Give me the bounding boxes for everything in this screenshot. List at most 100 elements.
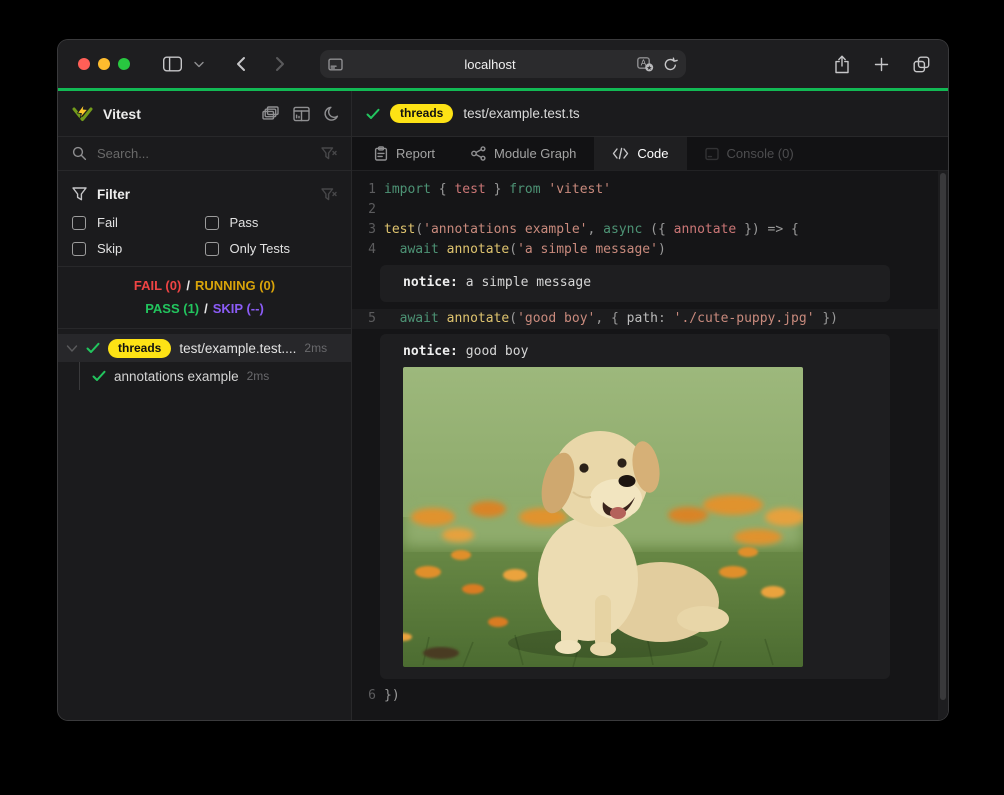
zoom-window-button[interactable] <box>118 58 130 70</box>
code-text: import { test } from 'vitest' <box>376 180 611 200</box>
tab-label: Code <box>637 146 668 161</box>
address-bar[interactable]: localhost A★ <box>320 50 686 78</box>
chevron-down-icon[interactable] <box>66 344 78 353</box>
page-icon <box>328 57 343 72</box>
notice-label: notice: <box>403 344 458 359</box>
vitest-logo <box>72 104 93 124</box>
search-bar <box>58 137 351 171</box>
search-icon <box>72 146 87 161</box>
indent-guide <box>79 362 80 390</box>
dashboard-icon[interactable] <box>293 106 310 122</box>
code-text: }) <box>376 686 400 706</box>
close-window-button[interactable] <box>78 58 90 70</box>
chevron-down-icon[interactable] <box>190 51 208 77</box>
checkbox-label: Pass <box>230 215 259 230</box>
traffic-lights <box>58 58 130 70</box>
tab-module-graph[interactable]: Module Graph <box>453 137 594 170</box>
line-number: 2 <box>352 200 376 220</box>
tab-console: Console (0) <box>687 137 812 170</box>
checkbox[interactable] <box>205 216 219 230</box>
tree-file-name: test/example.test.... <box>179 341 296 356</box>
tab-label: Console (0) <box>727 146 794 161</box>
skip-count: SKIP (--) <box>213 301 264 316</box>
titlebar: localhost A★ <box>58 40 948 88</box>
notice-text: good boy <box>466 344 529 359</box>
line-number: 3 <box>352 220 376 240</box>
tree-item-test-case[interactable]: annotations example 2ms <box>58 362 351 390</box>
back-icon[interactable] <box>226 51 254 77</box>
funnel-icon <box>72 187 87 201</box>
search-input[interactable] <box>97 146 311 161</box>
filter-checkbox-fail[interactable]: Fail <box>72 215 205 230</box>
code-text: await annotate('a simple message') <box>376 240 666 260</box>
minimize-window-button[interactable] <box>98 58 110 70</box>
code-icon <box>612 147 629 160</box>
duration-label: 2ms <box>304 341 327 355</box>
filter-title: Filter <box>97 187 311 202</box>
forward-icon[interactable] <box>266 51 294 77</box>
checkbox[interactable] <box>205 242 219 256</box>
pool-badge: threads <box>390 104 453 123</box>
fail-count: FAIL (0) <box>134 278 181 293</box>
line-number: 6 <box>352 686 376 706</box>
browser-window: localhost A★ <box>58 40 948 720</box>
cute-puppy-image[interactable] <box>403 367 803 667</box>
filter-checkbox-skip[interactable]: Skip <box>72 241 205 256</box>
url-text[interactable]: localhost <box>343 57 637 72</box>
graph-icon <box>471 146 486 161</box>
notice-label: notice: <box>403 275 458 290</box>
file-header: threads test/example.test.ts <box>352 91 948 137</box>
code-line-5: 5 await annotate('good boy', { path: './… <box>352 309 938 329</box>
sidebar-toggle-icon[interactable] <box>158 51 186 77</box>
checkbox[interactable] <box>72 242 86 256</box>
line-number: 5 <box>352 309 376 329</box>
check-icon <box>366 108 380 120</box>
filter-panel: Filter Fail Pass Skip Only Tests <box>58 171 351 267</box>
summary-separator: / <box>186 278 190 293</box>
tree-item-test-file[interactable]: threads test/example.test.... 2ms <box>58 334 351 362</box>
duration-label: 2ms <box>247 369 270 383</box>
moon-icon[interactable] <box>324 106 339 122</box>
checkbox-label: Only Tests <box>230 241 290 256</box>
code-line-2: 2 <box>352 200 938 220</box>
tab-label: Report <box>396 146 435 161</box>
test-tree: threads test/example.test.... 2ms annota… <box>58 329 351 390</box>
open-file-name: test/example.test.ts <box>463 106 579 121</box>
filter-clear-icon[interactable] <box>321 147 337 160</box>
summary-separator: / <box>204 301 208 316</box>
pool-badge: threads <box>108 339 171 358</box>
tabs-overview-icon[interactable] <box>913 56 930 73</box>
code-line-3: 3test('annotations example', async ({ an… <box>352 220 938 240</box>
reload-icon[interactable] <box>663 57 678 72</box>
scrollbar-thumb[interactable] <box>940 173 946 700</box>
code-text <box>376 200 384 220</box>
tab-code[interactable]: Code <box>594 137 686 170</box>
stacked-windows-icon[interactable] <box>262 106 279 121</box>
share-icon[interactable] <box>834 55 850 74</box>
code-text: test('annotations example', async ({ ann… <box>376 220 799 240</box>
tab-report[interactable]: Report <box>356 137 453 170</box>
svg-text:★: ★ <box>646 64 652 71</box>
editor-content: 1import { test } from 'vitest'23test('an… <box>352 171 938 720</box>
clipboard-icon <box>374 146 388 161</box>
app-title: Vitest <box>103 106 252 122</box>
code-line-6: 6}) <box>352 686 938 706</box>
code-editor[interactable]: 1import { test } from 'vitest'23test('an… <box>352 171 948 720</box>
sidebar: Vitest <box>58 91 352 720</box>
filter-options: Fail Pass Skip Only Tests <box>72 215 337 256</box>
filter-clear-icon[interactable] <box>321 188 337 201</box>
code-line-4: 4 await annotate('a simple message') <box>352 240 938 260</box>
filter-checkbox-pass[interactable]: Pass <box>205 215 338 230</box>
tab-label: Module Graph <box>494 146 576 161</box>
new-tab-icon[interactable] <box>874 57 889 72</box>
checkbox[interactable] <box>72 216 86 230</box>
filter-checkbox-only-tests[interactable]: Only Tests <box>205 241 338 256</box>
editor-scrollbar[interactable] <box>938 171 948 720</box>
console-icon <box>705 147 719 161</box>
annotation-notice: notice:a simple message <box>380 265 890 302</box>
checkbox-label: Fail <box>97 215 118 230</box>
translate-icon[interactable]: A★ <box>637 57 654 72</box>
running-count: RUNNING (0) <box>195 278 275 293</box>
annotation-notice: notice: good boy <box>380 334 890 679</box>
line-number: 1 <box>352 180 376 200</box>
